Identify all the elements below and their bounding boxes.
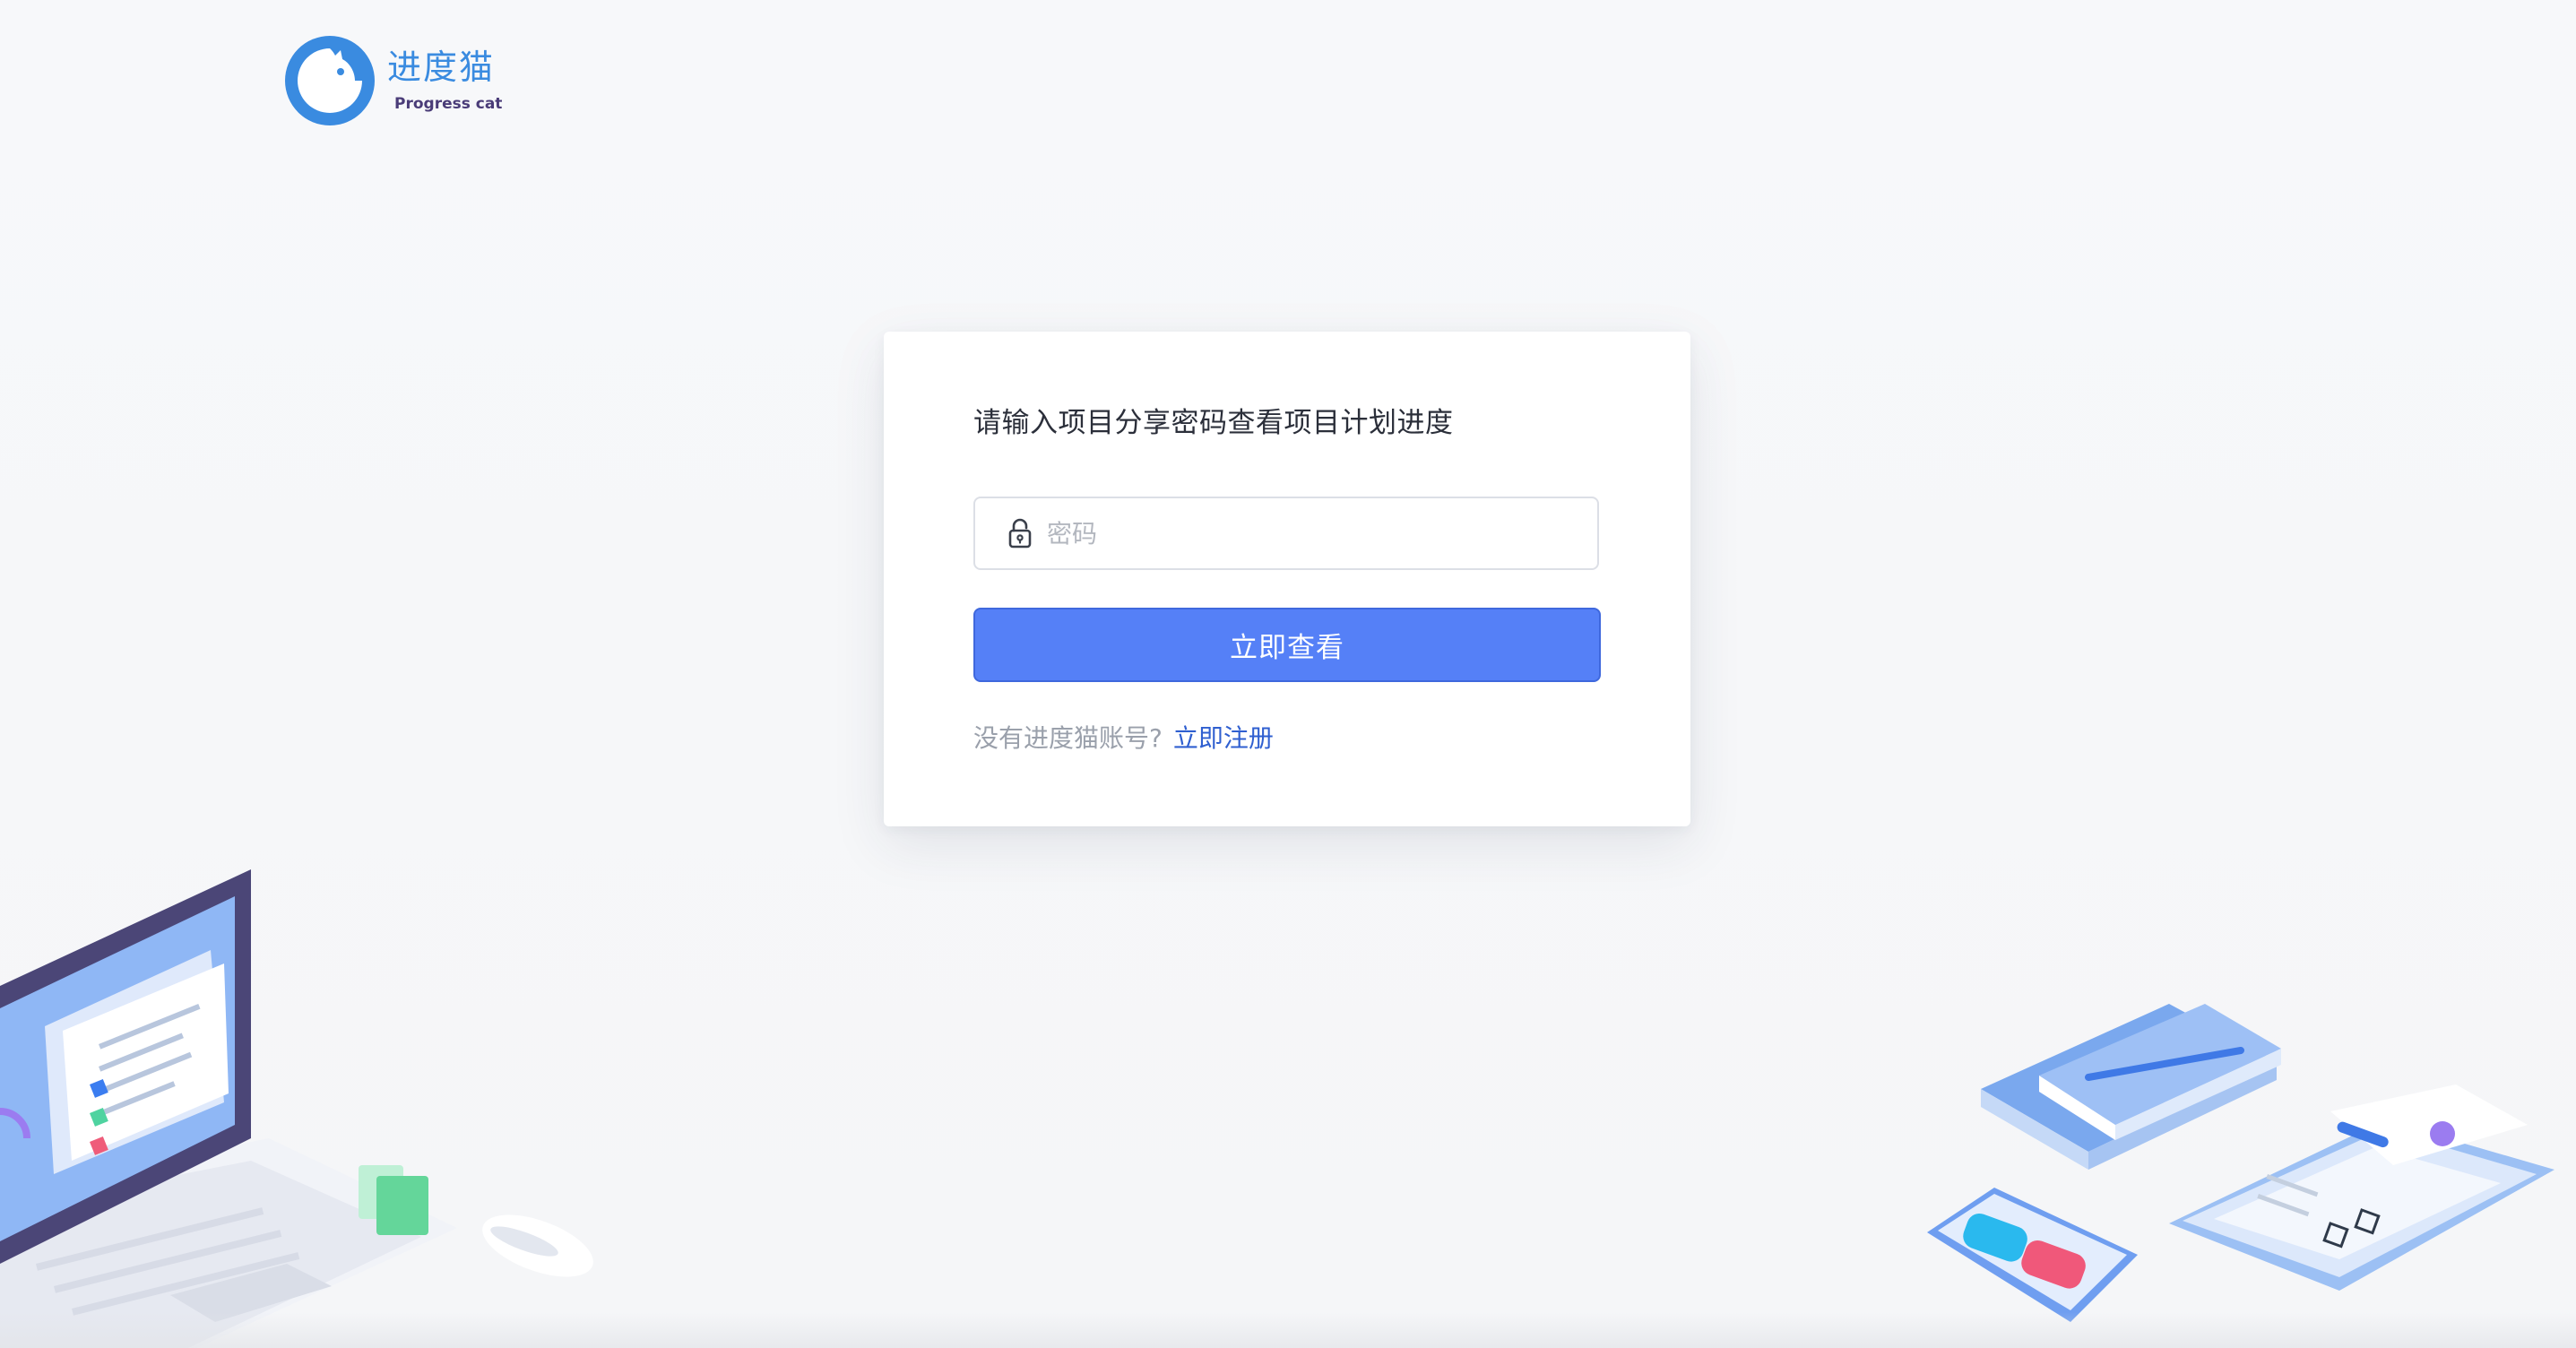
lock-icon <box>1008 518 1032 549</box>
register-link[interactable]: 立即注册 <box>1173 723 1274 753</box>
cat-logo-icon <box>285 36 375 125</box>
laptop-illustration <box>0 869 593 1348</box>
logo-title: 进度猫 <box>387 47 496 87</box>
register-prompt: 没有进度猫账号? <box>973 723 1163 753</box>
card-title: 请输入项目分享密码查看项目计划进度 <box>973 407 1454 439</box>
view-now-button[interactable]: 立即查看 <box>973 608 1601 682</box>
page: 进度猫 Progress cat 请输入项目分享密码查看项目计划进度 立即查看 … <box>0 0 2576 1348</box>
password-field[interactable] <box>973 497 1599 570</box>
password-input[interactable] <box>1045 517 1551 549</box>
floor-shadow <box>0 1312 2576 1348</box>
logo-subtitle: Progress cat <box>394 94 503 113</box>
devices-illustration <box>1927 1004 2554 1322</box>
share-password-card: 请输入项目分享密码查看项目计划进度 立即查看 没有进度猫账号? 立即注册 <box>884 332 1690 826</box>
brand-logo[interactable]: 进度猫 Progress cat <box>283 34 502 127</box>
logo-text: 进度猫 Progress cat <box>387 50 502 112</box>
register-line: 没有进度猫账号? 立即注册 <box>973 719 1274 755</box>
